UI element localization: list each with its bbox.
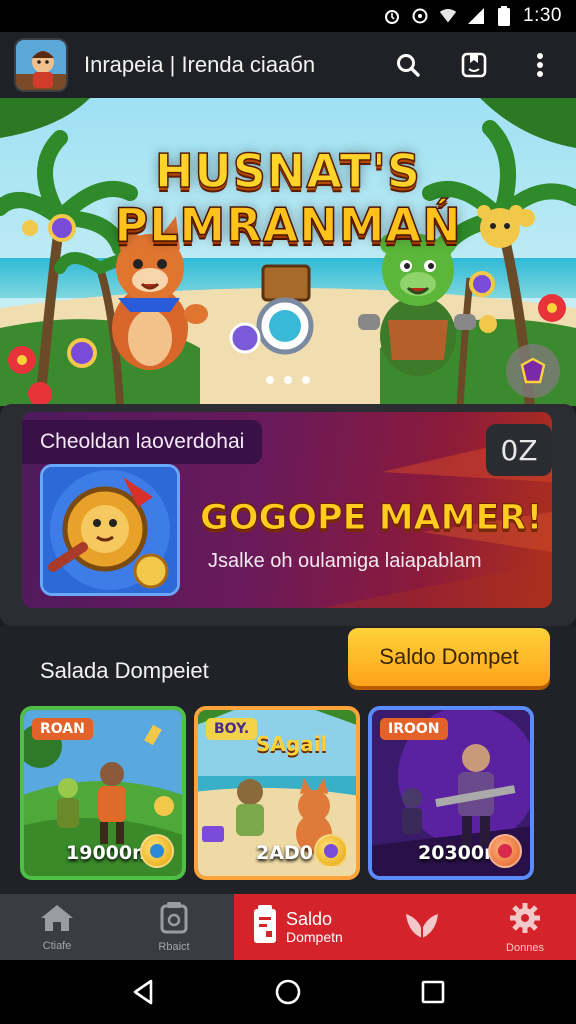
saldo-icon <box>252 904 278 950</box>
nav-saldo-sublabel: Dompetn <box>286 929 343 946</box>
game-card-tag: ROAN <box>32 718 93 740</box>
recents-icon[interactable] <box>413 972 453 1012</box>
back-icon[interactable] <box>123 972 163 1012</box>
game-card-tag: BOY. <box>206 718 258 740</box>
promo-headline: GOGOPE MAMER! <box>199 498 543 539</box>
signal-icon <box>467 7 485 25</box>
promo-label: Cheoldan laoverdohai <box>22 420 263 464</box>
gear-icon <box>508 901 542 940</box>
search-icon[interactable] <box>392 49 424 81</box>
bookmark-icon[interactable] <box>458 49 490 81</box>
nav-item-leaf[interactable] <box>372 894 472 960</box>
app-bar: Inrapeia | Irenda ciaaбn <box>0 32 576 98</box>
wallet-icon <box>159 901 189 939</box>
carousel-dot[interactable] <box>302 376 310 384</box>
system-nav-bar <box>0 960 576 1024</box>
game-card[interactable]: IROON 20300m <box>368 706 534 880</box>
promo-card[interactable]: Cheoldan laoverdohai 0Z GOGOPE MAMER! Js… <box>22 412 552 608</box>
hero-banner[interactable]: HUSNAT'S PLMRANMAŃ <box>0 98 576 406</box>
nav-item-home[interactable]: Ctiafe <box>0 894 114 960</box>
nav-item-settings[interactable]: Donnes <box>474 894 576 960</box>
carousel-dots <box>0 376 576 384</box>
status-bar: 1:30 <box>0 0 576 32</box>
nav-label: Rbaict <box>158 940 190 953</box>
hero-title-line2: PLMRANMAŃ <box>114 197 462 253</box>
carousel-dot[interactable] <box>266 376 274 384</box>
game-card-tag: IROON <box>380 718 448 740</box>
coin-icon <box>314 834 348 868</box>
game-card[interactable]: ROAN 19000n <box>20 706 186 880</box>
hero-title-line1: HUSNAT'S <box>154 143 422 199</box>
nav-item-wallet[interactable]: Rbaict <box>114 894 234 960</box>
game-card-amount: 2AD0 <box>256 842 313 864</box>
section-title: Salada Dompeiet <box>40 658 209 683</box>
coin-icon <box>488 834 522 868</box>
promo-artwork <box>40 464 180 596</box>
home-icon <box>39 903 75 938</box>
wifi-icon <box>439 7 457 25</box>
nav-label: Donnes <box>506 941 544 954</box>
leaf-icon <box>402 908 442 947</box>
clock: 1:30 <box>523 5 562 26</box>
home-circle-icon[interactable] <box>268 972 308 1012</box>
shield-badge-icon[interactable] <box>506 344 560 398</box>
game-cards: ROAN 19000n BOY. SAgail 2AD0 IROON 20300… <box>20 706 534 880</box>
coin-icon <box>140 834 174 868</box>
carousel-dot[interactable] <box>284 376 292 384</box>
bottom-nav: Ctiafe Rbaict Saldo Dompetn Donnes <box>0 894 576 960</box>
nav-saldo-label: Saldo <box>286 908 333 929</box>
game-card-banner: SAgail <box>256 732 328 756</box>
saldo-dompet-button[interactable]: Saldo Dompet <box>348 628 550 686</box>
alarm-icon <box>383 7 401 25</box>
more-vert-icon[interactable] <box>524 49 556 81</box>
battery-icon <box>495 6 513 26</box>
app-logo[interactable] <box>14 38 68 92</box>
games-section: Salada Dompeiet Saldo Dompet ROAN 19000n <box>0 626 576 894</box>
nav-label: Ctiafe <box>42 939 72 952</box>
promo-subtitle: Jsalke oh oulamiga laiapablam <box>208 550 482 572</box>
sync-icon <box>411 7 429 25</box>
promo-timer: 0Z <box>486 424 552 476</box>
game-card[interactable]: BOY. SAgail 2AD0 <box>194 706 360 880</box>
promo-section: Cheoldan laoverdohai 0Z GOGOPE MAMER! Js… <box>0 404 576 626</box>
app-title: Inrapeia | Irenda ciaaбn <box>84 52 316 77</box>
nav-item-saldo[interactable]: Saldo Dompetn <box>234 894 360 960</box>
game-card-amount: 19000n <box>66 842 146 864</box>
